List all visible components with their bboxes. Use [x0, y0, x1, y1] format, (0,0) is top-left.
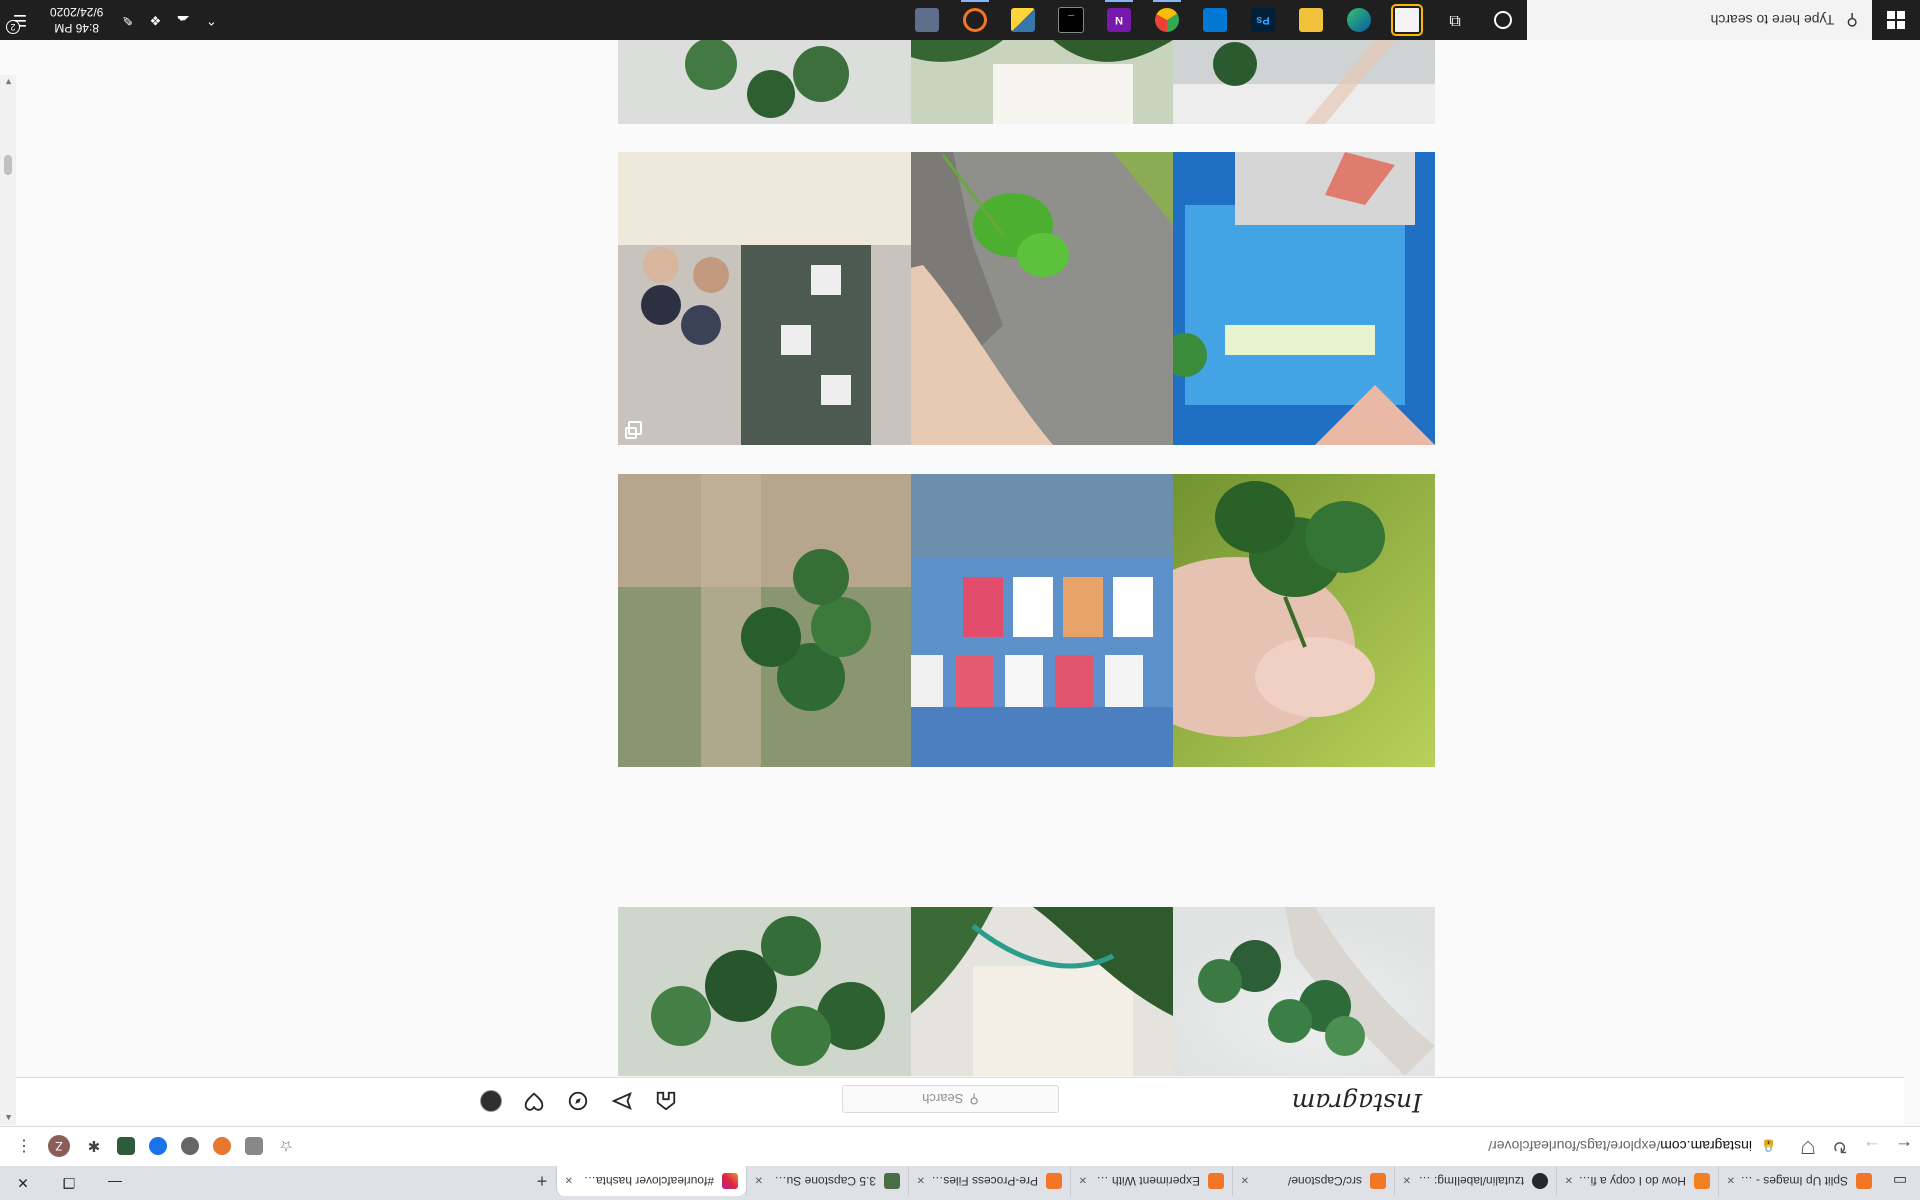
scroll-down-arrow-icon[interactable]: ▼ — [4, 77, 13, 87]
post-image — [1142, 907, 1435, 1076]
search-icon: ⚲ — [1846, 11, 1858, 28]
post-image — [880, 474, 1173, 767]
windows-start-icon[interactable] — [1872, 0, 1920, 40]
taskbar-search-placeholder: Type here to search — [1710, 12, 1835, 28]
page-scrollbar[interactable]: ▲ ▼ — [0, 75, 16, 1125]
microsoft-store-icon[interactable] — [1383, 0, 1431, 40]
post-thumbnail[interactable] — [618, 152, 911, 445]
clock-date: 9/24/2020 — [50, 5, 104, 19]
jupyter-icon[interactable] — [951, 0, 999, 40]
scrollbar-thumb[interactable] — [4, 155, 12, 175]
post-thumbnail[interactable] — [880, 152, 1173, 445]
chrome-icon[interactable] — [1143, 0, 1191, 40]
screen: ▭ Split Up Images - Jupyter N × How do I… — [0, 0, 1920, 1200]
post-thumbnail[interactable] — [880, 907, 1173, 1076]
onenote-icon[interactable]: N — [1095, 0, 1143, 40]
scroll-up-arrow-icon[interactable]: ▲ — [4, 1113, 13, 1123]
post-thumbnail[interactable] — [618, 907, 911, 1076]
posts-grid — [0, 0, 1920, 1200]
post-image — [618, 907, 911, 1076]
system-tray: ⌃ ☁ ❖ ✎ 8:46 PM 9/24/2020 ☰ 2 — [0, 0, 225, 40]
post-thumbnail[interactable] — [1142, 40, 1435, 124]
photos-icon[interactable] — [1191, 0, 1239, 40]
post-image — [880, 907, 1173, 1076]
post-image — [618, 474, 911, 767]
post-thumbnail[interactable] — [880, 40, 1173, 124]
photoshop-icon[interactable]: Ps — [1239, 0, 1287, 40]
post-image — [618, 40, 911, 124]
terminal-icon[interactable]: _ — [1047, 0, 1095, 40]
file-explorer-icon[interactable] — [1287, 0, 1335, 40]
dropbox-icon[interactable]: ❖ — [143, 12, 167, 28]
taskbar-clock[interactable]: 8:46 PM 9/24/2020 — [50, 4, 103, 36]
calculator-icon[interactable] — [903, 0, 951, 40]
post-image — [880, 40, 1173, 124]
task-view-icon[interactable]: ⧉ — [1431, 0, 1479, 40]
post-image — [880, 152, 1173, 445]
pen-icon[interactable]: ✎ — [115, 12, 139, 28]
post-thumbnail[interactable] — [880, 474, 1173, 767]
post-thumbnail[interactable] — [1142, 907, 1435, 1076]
onedrive-icon[interactable]: ☁ — [171, 12, 195, 28]
chevron-up-icon[interactable]: ⌃ — [199, 12, 223, 28]
notifications-icon[interactable]: ☰ 2 — [0, 10, 40, 34]
notification-count-badge: 2 — [6, 20, 20, 34]
post-thumbnail[interactable] — [1142, 152, 1435, 445]
post-image — [1142, 474, 1435, 767]
post-thumbnail[interactable] — [1142, 474, 1435, 767]
clock-time: 8:46 PM — [54, 21, 100, 35]
post-image — [618, 152, 911, 445]
post-image — [1142, 152, 1435, 445]
post-image — [1142, 40, 1435, 124]
python-icon[interactable] — [999, 0, 1047, 40]
post-thumbnail[interactable] — [618, 474, 911, 767]
windows-taskbar: ⚲ Type here to search ⧉ Ps N _ ⌃ ☁ ❖ ✎ 8… — [0, 0, 1920, 40]
cortana-icon[interactable] — [1479, 0, 1527, 40]
multiple-photos-icon — [628, 421, 642, 435]
taskbar-search-input[interactable]: ⚲ Type here to search — [1527, 0, 1872, 40]
post-thumbnail[interactable] — [618, 40, 911, 124]
edge-icon[interactable] — [1335, 0, 1383, 40]
